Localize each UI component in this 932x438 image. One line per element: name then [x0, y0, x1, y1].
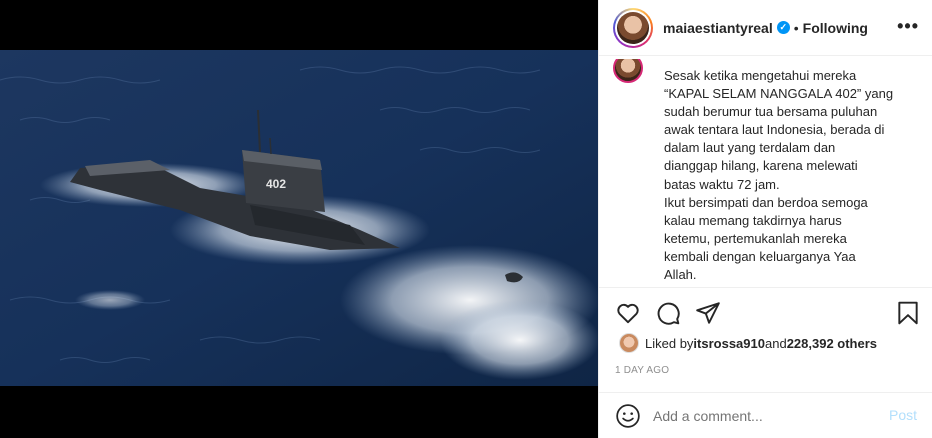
- caption-area: Sesak ketika mengetahui mereka “KAPAL SE…: [599, 57, 932, 287]
- likes-prefix: Liked by: [645, 335, 694, 351]
- post-image[interactable]: 402: [0, 0, 598, 438]
- following-button[interactable]: Following: [803, 20, 868, 36]
- submarine-photo: 402: [0, 50, 598, 386]
- bookmark-icon[interactable]: [895, 300, 921, 326]
- post-timestamp[interactable]: 1 day ago: [615, 365, 669, 376]
- username[interactable]: maiaestiantyreal: [663, 20, 773, 36]
- likes-summary: Liked by itsrossa910 and 228,392 others: [619, 333, 877, 353]
- caption-text: Sesak ketika mengetahui mereka “KAPAL SE…: [664, 68, 894, 283]
- hull-number: 402: [266, 177, 286, 191]
- share-icon[interactable]: [695, 300, 721, 326]
- emoji-icon[interactable]: [615, 403, 641, 429]
- liker-avatar[interactable]: [619, 333, 639, 353]
- post-panel: maiaestiantyreal ✓ • Following ••• Sesak…: [598, 0, 932, 438]
- comment-icon[interactable]: [655, 300, 681, 326]
- caption-avatar[interactable]: [613, 59, 645, 85]
- comment-bar: Post: [599, 392, 932, 438]
- liker-username[interactable]: itsrossa910: [693, 336, 765, 351]
- post-header: maiaestiantyreal ✓ • Following •••: [599, 0, 932, 56]
- action-bar: [599, 287, 932, 337]
- verified-badge-icon: ✓: [776, 21, 790, 34]
- comment-input[interactable]: [653, 407, 873, 424]
- likes-middle: and: [764, 335, 787, 351]
- more-options-icon[interactable]: •••: [897, 16, 919, 37]
- post-button[interactable]: Post: [889, 407, 917, 423]
- heart-icon[interactable]: [615, 300, 641, 326]
- separator: •: [793, 19, 799, 36]
- likes-others-link[interactable]: 228,392 others: [787, 336, 877, 351]
- avatar[interactable]: [613, 7, 653, 48]
